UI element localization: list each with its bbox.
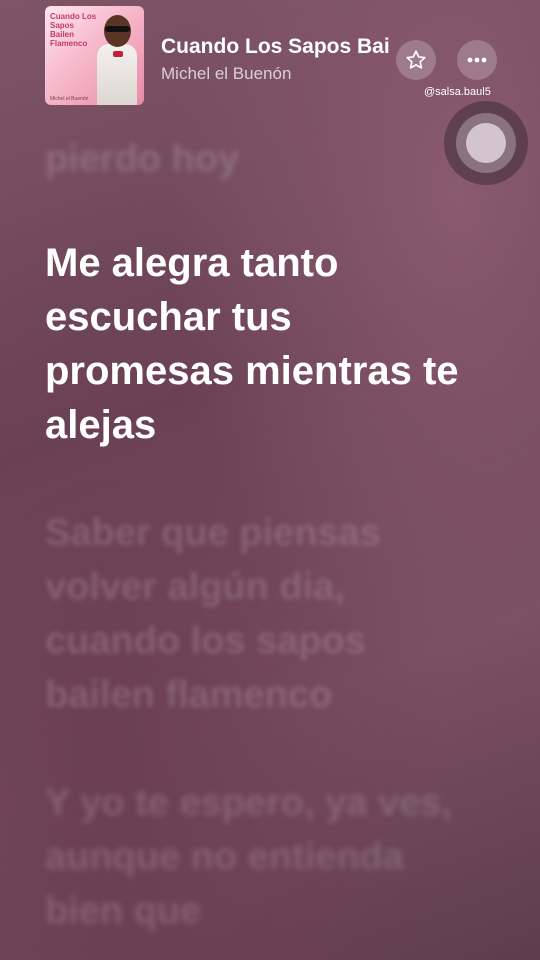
ellipsis-icon [466, 56, 488, 64]
watermark-handle: @salsa.baul5 [424, 86, 491, 98]
album-cover[interactable]: Cuando Los Sapos Bailen Flamenco Michel … [45, 6, 144, 105]
album-cover-sunglasses [105, 26, 130, 32]
lyric-line-previous[interactable]: pierdo hoy [45, 132, 485, 180]
album-cover-title: Cuando Los Sapos Bailen Flamenco [50, 12, 97, 48]
lyric-line-current[interactable]: Me alegra tanto escuchar tus promesas mi… [45, 236, 485, 452]
lyric-line-upcoming[interactable]: Y yo te espero, ya ves, aunque no entien… [45, 776, 485, 938]
favorite-button[interactable] [396, 40, 436, 80]
lyric-line-next[interactable]: Saber que piensas volver algún dia, cuan… [45, 506, 485, 722]
now-playing-header: Cuando Los Sapos Bailen Flamenco Michel … [0, 0, 540, 110]
album-cover-credit: Michel el Buenón [50, 96, 89, 102]
star-outline-icon [405, 49, 427, 71]
song-title[interactable]: Cuando Los Sapos Bailen Flamenco [161, 35, 389, 59]
album-cover-bowtie [113, 51, 123, 57]
artist-name[interactable]: Michel el Buenón [161, 64, 291, 84]
more-options-button[interactable] [457, 40, 497, 80]
